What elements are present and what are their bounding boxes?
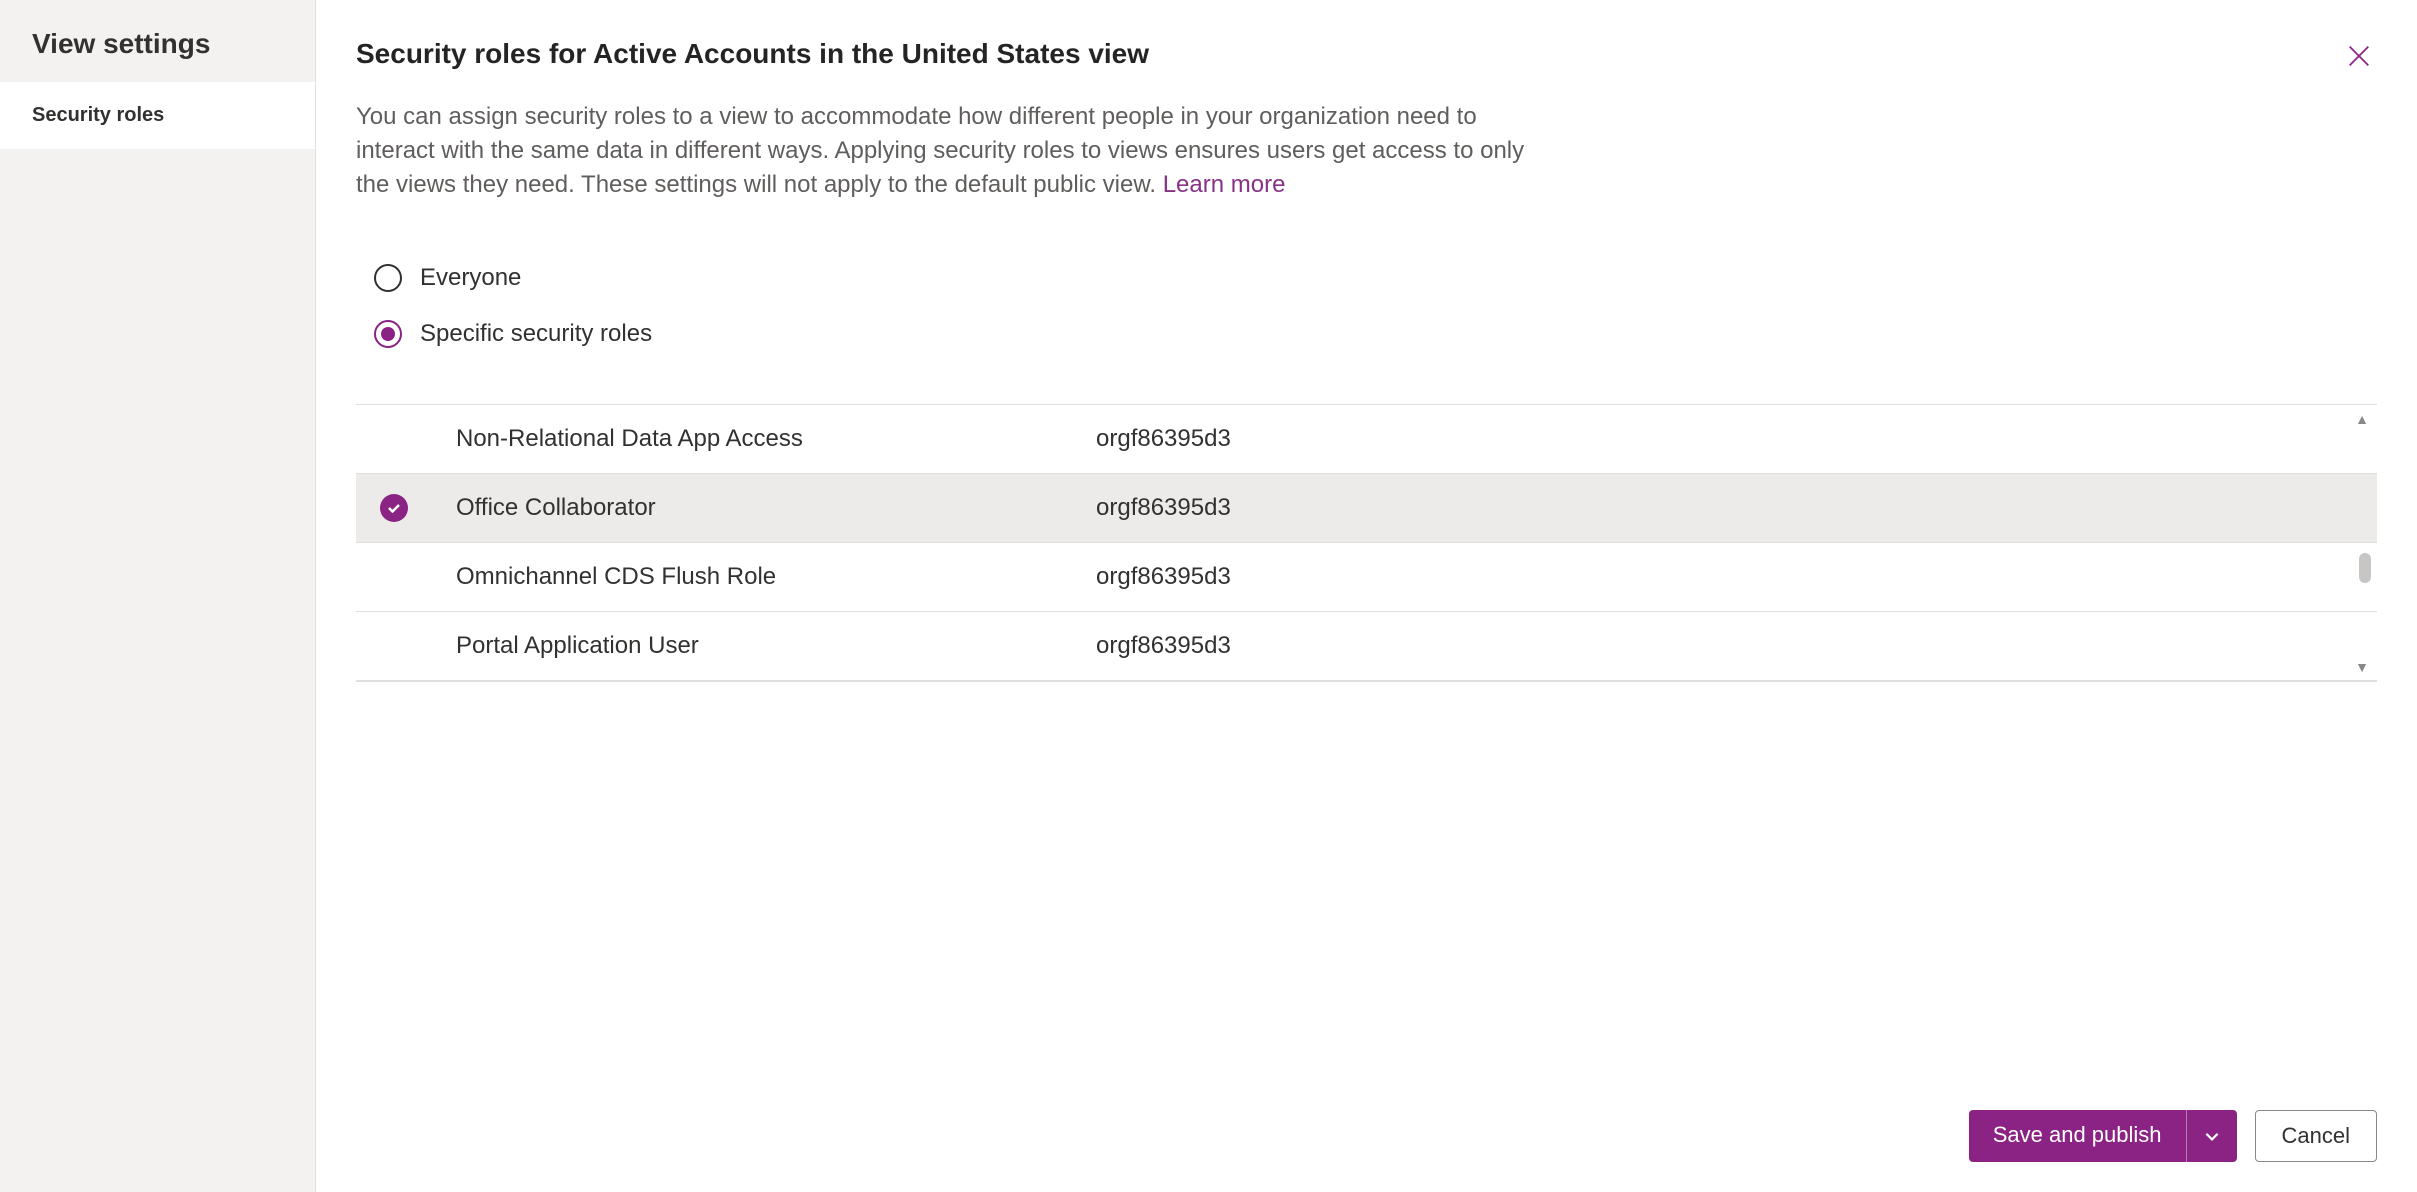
radio-label-specific: Specific security roles [420,320,652,348]
table-row[interactable]: Omnichannel CDS Flush Role orgf86395d3 [356,543,2377,612]
scrollbar-thumb[interactable] [2359,553,2371,583]
sidebar-title: View settings [0,0,315,82]
radio-label-everyone: Everyone [420,264,521,292]
description-body: You can assign security roles to a view … [356,103,1524,198]
org-name: orgf86395d3 [1096,494,1231,522]
sidebar-item-label: Security roles [32,104,164,126]
page-title: Security roles for Active Accounts in th… [356,38,1149,70]
sidebar: View settings Security roles [0,0,316,1192]
check-circle-icon [380,494,408,522]
main-header: Security roles for Active Accounts in th… [356,38,2377,74]
check-placeholder [380,563,408,591]
role-name: Office Collaborator [456,494,1096,522]
cancel-button[interactable]: Cancel [2255,1110,2377,1162]
scroll-up-icon[interactable]: ▲ [2355,411,2369,427]
footer-actions: Save and publish Cancel [1969,1110,2377,1162]
save-publish-button[interactable]: Save and publish [1969,1110,2237,1162]
save-publish-label: Save and publish [1969,1110,2186,1162]
radio-specific[interactable]: Specific security roles [374,320,2377,348]
close-icon [2345,42,2373,70]
org-name: orgf86395d3 [1096,632,1231,660]
description-text: You can assign security roles to a view … [356,100,1526,202]
org-name: orgf86395d3 [1096,425,1231,453]
chevron-down-icon [2203,1127,2221,1145]
table-row[interactable]: Non-Relational Data App Access orgf86395… [356,405,2377,474]
learn-more-link[interactable]: Learn more [1163,171,1286,198]
role-name: Omnichannel CDS Flush Role [456,563,1096,591]
scroll-down-icon[interactable]: ▼ [2355,659,2369,675]
radio-icon-selected [374,320,402,348]
sidebar-item-security-roles[interactable]: Security roles [0,82,315,149]
table-row[interactable]: Portal Application User orgf86395d3 [356,612,2377,681]
close-button[interactable] [2341,38,2377,74]
radio-dot [381,327,395,341]
radio-icon [374,264,402,292]
roles-table: ▲ Non-Relational Data App Access orgf863… [356,404,2377,682]
role-name: Portal Application User [456,632,1096,660]
check-placeholder [380,632,408,660]
table-row[interactable]: Office Collaborator orgf86395d3 [356,474,2377,543]
radio-everyone[interactable]: Everyone [374,264,2377,292]
role-name: Non-Relational Data App Access [456,425,1096,453]
org-name: orgf86395d3 [1096,563,1231,591]
radio-group: Everyone Specific security roles [374,264,2377,376]
save-publish-dropdown[interactable] [2186,1110,2237,1162]
main-panel: Security roles for Active Accounts in th… [316,0,2417,1192]
check-placeholder [380,425,408,453]
